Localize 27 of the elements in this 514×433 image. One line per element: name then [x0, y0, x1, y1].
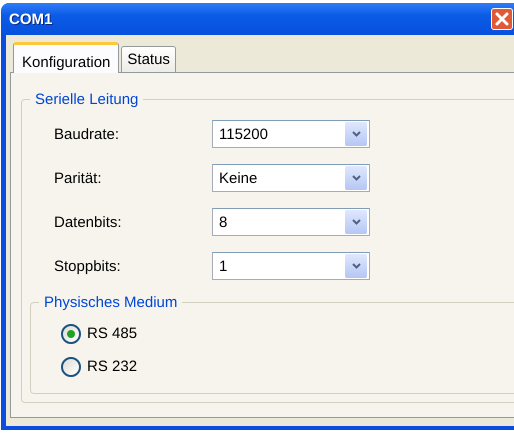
field-label: Stoppbits: — [53, 258, 122, 274]
tab[interactable]: Konfiguration — [13, 42, 120, 73]
radio-label[interactable]: RS 485 — [87, 325, 138, 342]
group-title: Physisches Medium — [43, 294, 178, 311]
tab[interactable]: Status — [121, 46, 176, 72]
radio-button[interactable] — [61, 324, 81, 344]
chevron-down-icon — [352, 219, 360, 225]
dropdown-button[interactable] — [345, 210, 367, 234]
close-icon — [495, 12, 509, 26]
chevron-down-icon — [352, 263, 360, 269]
dropdown[interactable]: 115200 — [212, 120, 370, 148]
dropdown[interactable]: Keine — [212, 164, 370, 192]
radio-label[interactable]: RS 232 — [87, 358, 138, 375]
group-title: Serielle Leitung — [34, 91, 140, 108]
dropdown[interactable]: 8 — [212, 208, 370, 236]
dropdown-button[interactable] — [345, 122, 367, 146]
field-label: Parität: — [53, 170, 103, 186]
radio-button[interactable] — [61, 356, 81, 376]
dropdown-button[interactable] — [345, 254, 367, 278]
window-title: COM1 — [9, 10, 52, 28]
field-label: Datenbits: — [53, 214, 123, 230]
chevron-down-icon — [352, 131, 360, 137]
close-button[interactable] — [491, 8, 513, 30]
dropdown-button[interactable] — [345, 166, 367, 190]
field-label: Baudrate: — [53, 126, 120, 142]
chevron-down-icon — [352, 175, 360, 181]
dropdown[interactable]: 1 — [212, 252, 370, 280]
